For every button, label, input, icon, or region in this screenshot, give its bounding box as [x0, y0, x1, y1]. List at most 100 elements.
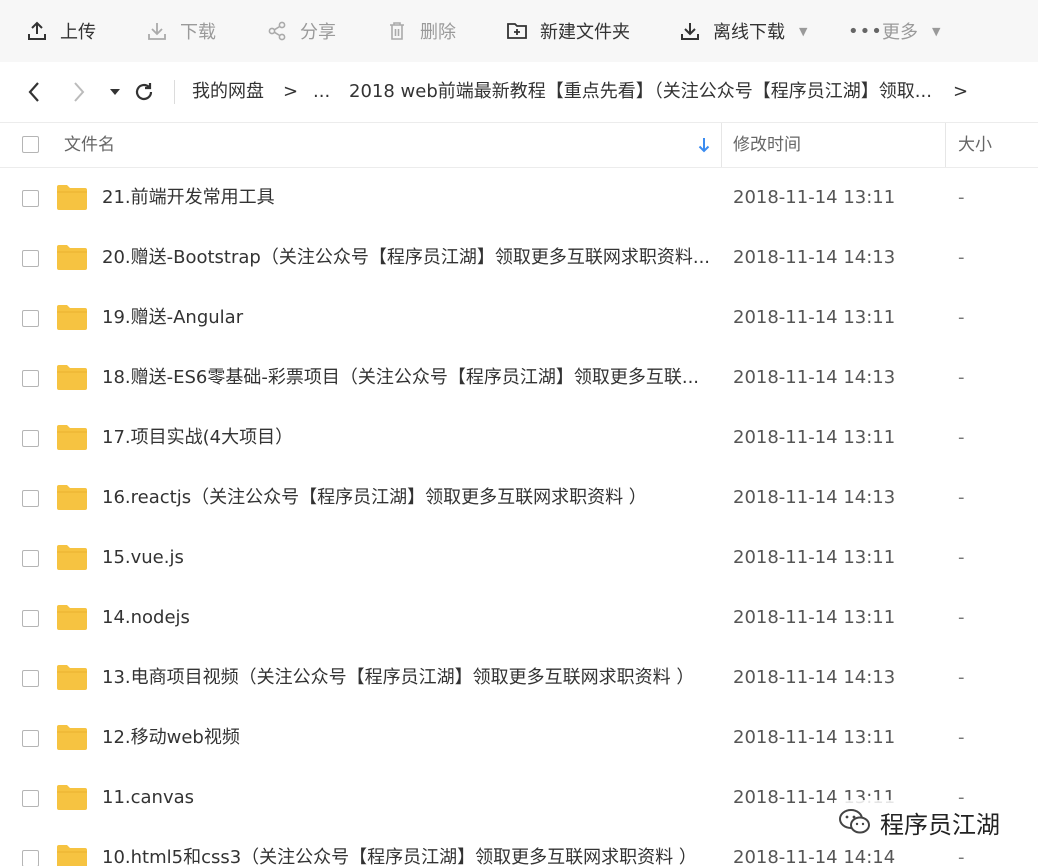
file-row[interactable]: 18.赠送-ES6零基础-彩票项目（关注公众号【程序员江湖】领取更多互联... 2…: [0, 348, 1038, 408]
more-button[interactable]: ••• 更多 ▼: [848, 0, 940, 62]
file-name[interactable]: 18.赠送-ES6零基础-彩票项目（关注公众号【程序员江湖】领取更多互联...: [102, 348, 712, 408]
file-name[interactable]: 11.canvas: [102, 768, 712, 828]
toolbar: 上传 下载 分享 删除 新建文件夹 离线下载 ▼ ••• 更多 ▼: [0, 0, 1038, 63]
breadcrumb-root[interactable]: 我的网盘: [192, 62, 264, 122]
folder-icon: [57, 665, 87, 690]
caret-down-icon[interactable]: ▼: [932, 25, 940, 38]
folder-icon: [57, 605, 87, 630]
new-folder-label: 新建文件夹: [540, 22, 630, 43]
file-row[interactable]: 13.电商项目视频（关注公众号【程序员江湖】领取更多互联网求职资料 ） 2018-…: [0, 648, 1038, 708]
file-row[interactable]: 17.项目实战(4大项目） 2018-11-14 13:11 -: [0, 408, 1038, 468]
file-size: -: [958, 427, 965, 448]
file-modified-time: 2018-11-14 14:13: [733, 367, 896, 388]
offline-download-button[interactable]: 离线下载 ▼: [679, 0, 807, 62]
file-name[interactable]: 16.reactjs（关注公众号【程序员江湖】领取更多互联网求职资料 ）: [102, 468, 712, 528]
nav-divider: [174, 80, 175, 104]
file-row[interactable]: 21.前端开发常用工具 2018-11-14 13:11 -: [0, 168, 1038, 228]
watermark-text: 程序员江湖: [880, 810, 1000, 839]
column-header-name[interactable]: 文件名: [64, 123, 115, 167]
download-button[interactable]: 下载: [146, 0, 216, 62]
forward-arrow-icon[interactable]: [66, 79, 92, 105]
caret-down-icon[interactable]: ▼: [799, 25, 807, 38]
row-checkbox[interactable]: [22, 310, 39, 327]
download-icon: [679, 20, 701, 42]
file-size: -: [958, 487, 965, 508]
breadcrumb-separator[interactable]: >: [953, 62, 968, 122]
file-name[interactable]: 12.移动web视频: [102, 708, 712, 768]
sort-arrow-down-icon[interactable]: [697, 123, 711, 167]
file-modified-time: 2018-11-14 13:11: [733, 607, 896, 628]
trash-icon: [386, 20, 408, 42]
upload-label: 上传: [60, 22, 96, 43]
file-modified-time: 2018-11-14 14:13: [733, 667, 896, 688]
column-header-size[interactable]: 大小: [958, 123, 992, 167]
history-caret-icon[interactable]: [102, 79, 128, 105]
folder-icon: [57, 845, 87, 866]
file-size: -: [958, 727, 965, 748]
column-header-modified[interactable]: 修改时间: [733, 123, 801, 167]
row-checkbox[interactable]: [22, 370, 39, 387]
row-checkbox[interactable]: [22, 550, 39, 567]
file-size: -: [958, 307, 965, 328]
more-label: 更多: [882, 22, 918, 43]
file-row[interactable]: 19.赠送-Angular 2018-11-14 13:11 -: [0, 288, 1038, 348]
file-name[interactable]: 15.vue.js: [102, 528, 712, 588]
row-checkbox[interactable]: [22, 610, 39, 627]
row-checkbox[interactable]: [22, 850, 39, 866]
file-modified-time: 2018-11-14 13:11: [733, 547, 896, 568]
file-table-header: 文件名 修改时间 大小: [0, 123, 1038, 168]
column-divider[interactable]: [721, 123, 722, 167]
upload-button[interactable]: 上传: [26, 0, 96, 62]
file-modified-time: 2018-11-14 13:11: [733, 427, 896, 448]
folder-icon: [57, 725, 87, 750]
row-checkbox[interactable]: [22, 670, 39, 687]
folder-icon: [57, 365, 87, 390]
back-arrow-icon[interactable]: [21, 79, 47, 105]
file-row[interactable]: 16.reactjs（关注公众号【程序员江湖】领取更多互联网求职资料 ） 2018…: [0, 468, 1038, 528]
delete-button[interactable]: 删除: [386, 0, 456, 62]
row-checkbox[interactable]: [22, 730, 39, 747]
file-size: -: [958, 187, 965, 208]
folder-icon: [57, 245, 87, 270]
delete-label: 删除: [420, 22, 456, 43]
breadcrumb-separator: >: [283, 81, 299, 102]
navigation-bar: 我的网盘 > ... 2018 web前端最新教程【重点先看】（关注公众号【程序…: [0, 62, 1038, 123]
offline-download-label: 离线下载: [713, 22, 785, 43]
row-checkbox[interactable]: [22, 490, 39, 507]
share-button[interactable]: 分享: [266, 0, 336, 62]
file-modified-time: 2018-11-14 13:11: [733, 727, 896, 748]
file-row[interactable]: 20.赠送-Bootstrap（关注公众号【程序员江湖】领取更多互联网求职资料.…: [0, 228, 1038, 288]
folder-icon: [57, 185, 87, 210]
select-all-checkbox[interactable]: [22, 136, 39, 153]
file-row[interactable]: 12.移动web视频 2018-11-14 13:11 -: [0, 708, 1038, 768]
file-size: -: [958, 607, 965, 628]
file-name[interactable]: 20.赠送-Bootstrap（关注公众号【程序员江湖】领取更多互联网求职资料.…: [102, 228, 712, 288]
file-name[interactable]: 10.html5和css3（关注公众号【程序员江湖】领取更多互联网求职资料 ）: [102, 828, 712, 866]
row-checkbox[interactable]: [22, 430, 39, 447]
row-checkbox[interactable]: [22, 790, 39, 807]
share-label: 分享: [300, 22, 336, 43]
file-name[interactable]: 21.前端开发常用工具: [102, 168, 712, 228]
file-name[interactable]: 19.赠送-Angular: [102, 288, 712, 348]
more-dots-icon: •••: [848, 20, 883, 42]
share-icon: [266, 20, 288, 42]
file-name[interactable]: 14.nodejs: [102, 588, 712, 648]
folder-icon: [57, 545, 87, 570]
breadcrumb-ellipsis[interactable]: ...: [313, 62, 330, 122]
refresh-icon[interactable]: [131, 79, 157, 105]
file-row[interactable]: 15.vue.js 2018-11-14 13:11 -: [0, 528, 1038, 588]
file-name[interactable]: 13.电商项目视频（关注公众号【程序员江湖】领取更多互联网求职资料 ）: [102, 648, 712, 708]
file-modified-time: 2018-11-14 13:11: [733, 187, 896, 208]
file-list: 21.前端开发常用工具 2018-11-14 13:11 - 20.赠送-Bootst…: [0, 168, 1038, 866]
file-modified-time: 2018-11-14 14:13: [733, 247, 896, 268]
file-size: -: [958, 547, 965, 568]
row-checkbox[interactable]: [22, 190, 39, 207]
folder-icon: [57, 785, 87, 810]
new-folder-button[interactable]: 新建文件夹: [506, 0, 630, 62]
column-divider[interactable]: [945, 123, 946, 167]
folder-icon: [57, 485, 87, 510]
file-name[interactable]: 17.项目实战(4大项目）: [102, 408, 712, 468]
folder-icon: [57, 425, 87, 450]
file-row[interactable]: 14.nodejs 2018-11-14 13:11 -: [0, 588, 1038, 648]
row-checkbox[interactable]: [22, 250, 39, 267]
